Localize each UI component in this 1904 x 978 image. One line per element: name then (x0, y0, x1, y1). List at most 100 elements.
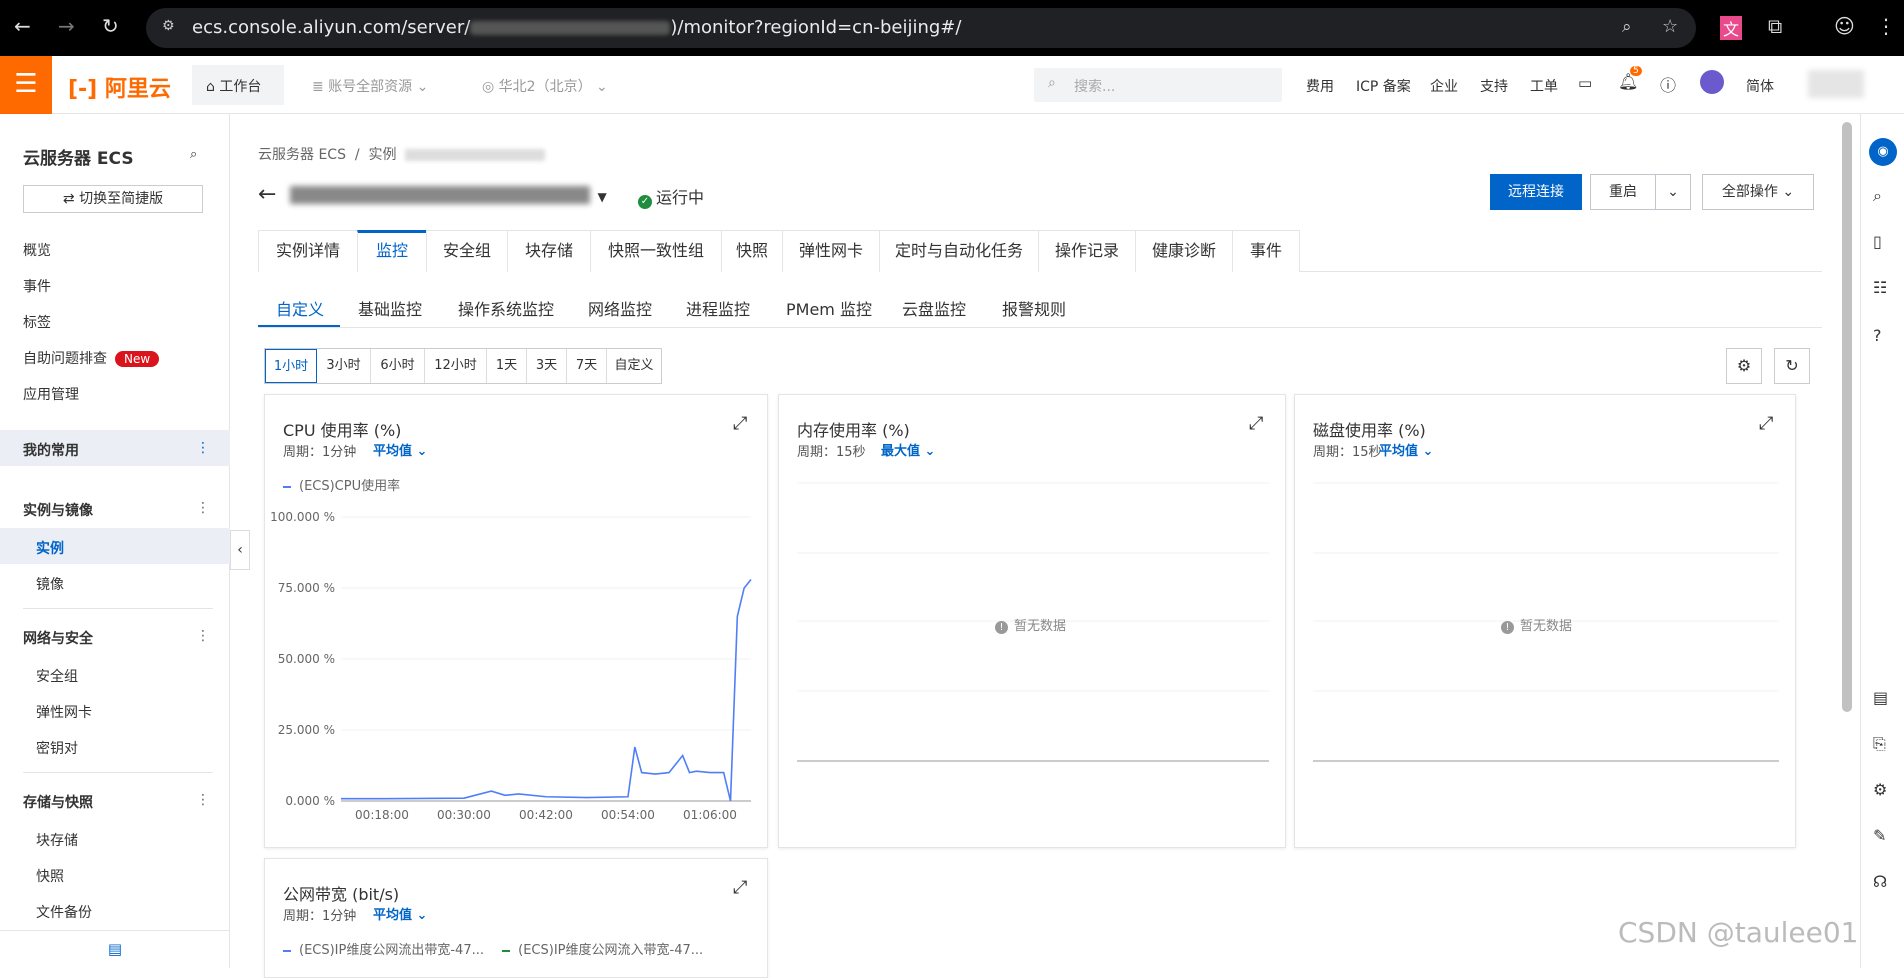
subtab-custom[interactable]: 自定义 (276, 296, 324, 320)
range-3h[interactable]: 3小时 (317, 349, 371, 383)
sidebar-item-secgroup[interactable]: 安全组 (36, 666, 78, 686)
settings-icon[interactable]: ⚙ (1873, 780, 1887, 799)
agg-dropdown[interactable]: 平均值 ⌄ (373, 904, 427, 923)
help-icon[interactable]: ⓘ (1660, 72, 1676, 96)
instances-more-icon[interactable]: ⋮ (196, 500, 210, 516)
range-12h[interactable]: 12小时 (425, 349, 487, 383)
profile-icon[interactable]: ☺ (1834, 14, 1855, 38)
url-bar[interactable]: ⚙ ecs.console.aliyun.com/server/)/monito… (146, 8, 1696, 48)
api-icon[interactable]: ⎘ (1873, 734, 1886, 754)
bookmark-star-icon[interactable]: ☆ (1662, 16, 1678, 37)
headset-icon[interactable]: ☊ (1873, 872, 1887, 891)
menu-dots-icon[interactable]: ⋮ (1876, 14, 1896, 38)
page-scrollbar[interactable] (1842, 122, 1852, 712)
group-network[interactable]: 网络与安全 (23, 628, 93, 648)
sidebar-item-instances[interactable]: 实例 (36, 538, 64, 558)
fav-more-icon[interactable]: ⋮ (196, 440, 210, 456)
extensions-icon[interactable]: ⧉ (1768, 14, 1782, 38)
cpu-line-chart[interactable]: 100.000 % 75.000 % 50.000 % 25.000 % 0.000 %… (265, 395, 769, 849)
range-7d[interactable]: 7天 (567, 349, 607, 383)
link-ticket[interactable]: 工单 (1530, 76, 1558, 96)
tab-snapshot[interactable]: 快照 (721, 230, 783, 272)
book-icon[interactable]: ▯ (1873, 232, 1882, 251)
range-6h[interactable]: 6小时 (371, 349, 425, 383)
checklist-icon[interactable]: ☷ (1873, 278, 1887, 297)
region-selector[interactable]: ◎ 华北2（北京） ⌄ (482, 76, 608, 96)
subtab-basic[interactable]: 基础监控 (358, 296, 422, 320)
restart-button[interactable]: 重启 (1590, 174, 1656, 210)
sidebar-item-troubleshoot[interactable]: 自助问题排查 New (23, 348, 160, 368)
group-favorites[interactable]: 我的常用 (23, 440, 79, 460)
tab-disk[interactable]: 块存储 (507, 230, 591, 272)
sidebar-item-snapshot[interactable]: 快照 (36, 866, 64, 886)
range-custom[interactable]: 自定义 (607, 349, 661, 383)
ai-assistant-icon[interactable] (1700, 70, 1724, 94)
all-actions-button[interactable]: 全部操作 ⌄ (1702, 174, 1814, 210)
sidebar-item-images[interactable]: 镜像 (36, 574, 64, 594)
terminal-icon[interactable]: ▭ (1578, 74, 1592, 92)
tab-automation[interactable]: 定时与自动化任务 (879, 230, 1039, 272)
reload-icon[interactable]: ↻ (102, 14, 119, 38)
sidebar-item-eni[interactable]: 弹性网卡 (36, 702, 92, 722)
subtab-alarm[interactable]: 报警规则 (1002, 296, 1066, 320)
link-icp[interactable]: ICP 备案 (1356, 76, 1411, 96)
sidebar-item-backup[interactable]: 文件备份 (36, 902, 92, 922)
subtab-network[interactable]: 网络监控 (588, 296, 652, 320)
edit-icon[interactable]: ✎ (1873, 826, 1886, 845)
group-instances[interactable]: 实例与镜像 (23, 500, 93, 520)
crumb-instances[interactable]: 实例 (369, 147, 397, 163)
help-circle-icon[interactable]: ? (1873, 326, 1882, 345)
range-1h[interactable]: 1小时 (265, 349, 317, 383)
account-selector[interactable]: ≣ 账号全部资源 ⌄ (312, 76, 428, 96)
workbench-button[interactable]: ⌂ 工作台 (192, 65, 284, 105)
expand-icon[interactable]: ⤢ (733, 877, 747, 898)
language-switch[interactable]: 简体 (1746, 76, 1774, 96)
tab-oplog[interactable]: 操作记录 (1038, 230, 1136, 272)
tab-details[interactable]: 实例详情 (258, 230, 358, 272)
sidebar-item-events[interactable]: 事件 (23, 276, 51, 296)
sidebar-search-icon[interactable]: ⌕ (190, 147, 197, 162)
sidebar-item-disk[interactable]: 块存储 (36, 830, 78, 850)
aliyun-logo[interactable]: [-] 阿里云 (68, 71, 171, 103)
range-1d[interactable]: 1天 (487, 349, 527, 383)
tab-secgroup[interactable]: 安全组 (426, 230, 508, 272)
back-icon[interactable]: ← (258, 182, 276, 207)
storage-more-icon[interactable]: ⋮ (196, 792, 210, 808)
settings-gear-icon[interactable]: ⚙ (1726, 348, 1762, 384)
zoom-icon[interactable]: ⌕ (1622, 17, 1632, 37)
link-fees[interactable]: 费用 (1306, 76, 1334, 96)
series-line-cpu[interactable] (341, 578, 752, 802)
search-icon[interactable]: ⌕ (1873, 186, 1882, 206)
document-icon[interactable]: ▤ (1873, 688, 1888, 707)
tab-health[interactable]: 健康诊断 (1135, 230, 1233, 272)
forward-arrow-icon[interactable]: → (58, 14, 75, 38)
subtab-pmem[interactable]: PMem 监控 (786, 296, 872, 320)
hamburger-menu-icon[interactable]: ☰ (0, 56, 52, 114)
sidebar-item-tags[interactable]: 标签 (23, 312, 51, 332)
tab-events[interactable]: 事件 (1232, 230, 1300, 272)
crumb-ecs[interactable]: 云服务器 ECS (258, 147, 346, 163)
name-dropdown-icon[interactable]: ▼ (597, 190, 606, 204)
global-search-input[interactable]: ⌕ 搜索... (1034, 68, 1282, 102)
range-3d[interactable]: 3天 (527, 349, 567, 383)
feedback-icon[interactable]: ▤ (0, 930, 230, 968)
assistant-robot-icon[interactable]: ◉ (1869, 138, 1897, 166)
sidebar-item-apps[interactable]: 应用管理 (23, 384, 79, 404)
refresh-icon[interactable]: ↻ (1774, 348, 1810, 384)
tab-snapshot-group[interactable]: 快照一致性组 (590, 230, 722, 272)
sidebar-item-overview[interactable]: 概览 (23, 240, 51, 260)
tab-monitor[interactable]: 监控 (357, 230, 427, 272)
network-more-icon[interactable]: ⋮ (196, 628, 210, 644)
restart-dropdown-icon[interactable]: ⌄ (1655, 174, 1691, 210)
legend-in[interactable]: (ECS)IP维度公网流入带宽-47... (502, 943, 703, 958)
site-info-icon[interactable]: ⚙ (162, 18, 175, 34)
group-storage[interactable]: 存储与快照 (23, 792, 93, 812)
legend-out[interactable]: (ECS)IP维度公网流出带宽-47... (283, 943, 484, 958)
link-enterprise[interactable]: 企业 (1430, 76, 1458, 96)
sidebar-item-keypair[interactable]: 密钥对 (36, 738, 78, 758)
subtab-clouddisk[interactable]: 云盘监控 (902, 296, 966, 320)
link-support[interactable]: 支持 (1480, 76, 1508, 96)
tab-eni[interactable]: 弹性网卡 (782, 230, 880, 272)
switch-simple-button[interactable]: ⇄ 切换至简捷版 (23, 185, 203, 213)
bell-icon[interactable]: 🔔︎ 5 (1618, 66, 1642, 91)
